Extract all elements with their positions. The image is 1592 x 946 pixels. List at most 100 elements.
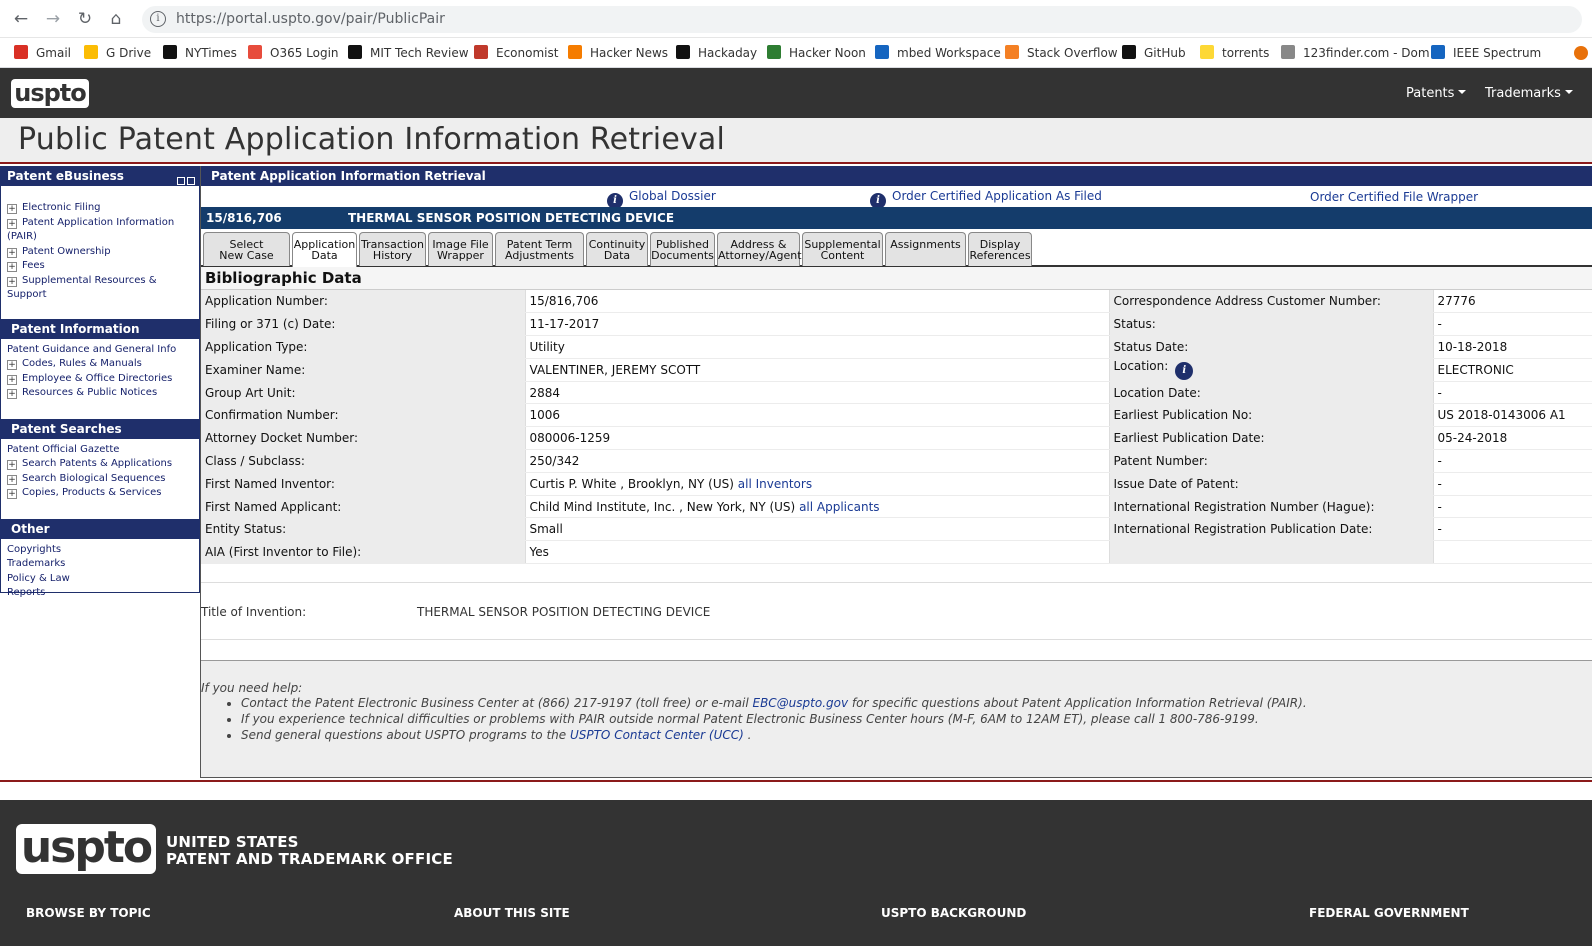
help-link[interactable]: USPTO Contact Center (UCC): [570, 728, 744, 742]
link-all-inventors[interactable]: all Inventors: [738, 477, 812, 491]
sidebar-item-patent-application-information-pair[interactable]: + Patent Application Information (PAIR): [7, 216, 193, 245]
sidebar-item-policy-and-law[interactable]: Policy & Law: [7, 572, 193, 587]
tab-published-documents[interactable]: Published Documents: [650, 232, 715, 266]
tab-display-references[interactable]: Display References: [968, 232, 1032, 266]
hacker-news-icon: [568, 45, 582, 59]
sidebar-item-patent-guidance-and-general-info[interactable]: Patent Guidance and General Info: [7, 343, 193, 358]
tab-image-file-wrapper[interactable]: Image File Wrapper: [428, 232, 493, 266]
sidebar-item-search-patents-and-applications[interactable]: + Search Patents & Applications: [7, 457, 193, 472]
tab-address-and-attorney-agent[interactable]: Address & Attorney/Agent: [717, 232, 802, 266]
minimize-icon[interactable]: [177, 177, 185, 185]
tab-select-new-case[interactable]: Select New Case: [203, 232, 290, 266]
tab-application-data[interactable]: Application Data: [292, 232, 357, 267]
tab-continuity-data[interactable]: Continuity Data: [586, 232, 648, 266]
expand-plus-icon[interactable]: +: [7, 262, 17, 272]
sidebar-item-resources-and-public-notices[interactable]: + Resources & Public Notices: [7, 386, 193, 401]
bookmark-github[interactable]: GitHub: [1122, 44, 1186, 62]
trademarks-menu-label: Trademarks: [1485, 86, 1561, 101]
expand-plus-icon[interactable]: +: [7, 460, 17, 470]
site-info-icon[interactable]: i: [150, 11, 166, 27]
tab-assignments[interactable]: Assignments: [885, 232, 966, 266]
field-value: Curtis P. White , Brooklyn, NY (US) all …: [524, 472, 1109, 496]
footer-federal-government[interactable]: FEDERAL GOVERNMENT: [1309, 906, 1469, 920]
home-icon[interactable]: ⌂: [105, 8, 127, 30]
bookmark-economist[interactable]: Economist: [474, 44, 558, 62]
bookmark-g-drive[interactable]: G Drive: [84, 44, 151, 62]
help-link[interactable]: EBC@uspto.gov: [752, 696, 848, 710]
field-value: 1006: [524, 403, 1109, 428]
expand-plus-icon[interactable]: +: [7, 389, 17, 399]
bookmark-ieee-spectrum[interactable]: IEEE Spectrum: [1431, 44, 1541, 62]
sidebar-item-trademarks[interactable]: Trademarks: [7, 557, 193, 572]
bookmark-stack-overflow[interactable]: Stack Overflow: [1005, 44, 1118, 62]
minimize-maximize-icon[interactable]: [175, 171, 195, 185]
expand-plus-icon[interactable]: +: [7, 374, 17, 385]
sidebar-item-reports[interactable]: Reports: [7, 586, 193, 601]
global-dossier-link[interactable]: i Global Dossier: [607, 189, 716, 209]
link-all-applicants[interactable]: all Applicants: [799, 500, 879, 514]
footer-uspto-logo[interactable]: uspto: [16, 824, 156, 874]
sidebar-item-supplemental-resources-and-support[interactable]: + Supplemental Resources & Support: [7, 274, 193, 303]
expand-plus-icon[interactable]: +: [7, 204, 17, 214]
order-file-wrapper-link[interactable]: Order Certified File Wrapper: [1310, 190, 1478, 204]
caret-down-icon: [1458, 90, 1467, 94]
footer-browse-by-topic[interactable]: BROWSE BY TOPIC: [26, 906, 151, 920]
expand-plus-icon[interactable]: +: [7, 360, 17, 370]
forward-arrow-icon[interactable]: →: [42, 8, 64, 30]
tab-supplemental-content[interactable]: Supplemental Content: [802, 232, 883, 266]
sidebar-item-fees[interactable]: + Fees: [7, 259, 193, 274]
g-drive-icon: [84, 45, 98, 59]
sidebar-item-electronic-filing[interactable]: + Electronic Filing: [7, 201, 193, 216]
divider: [0, 780, 1592, 782]
help-list: Contact the Patent Electronic Business C…: [241, 695, 1592, 743]
info-icon[interactable]: i: [1175, 362, 1194, 381]
bookmark-mbed-workspace[interactable]: mbed Workspace: [875, 44, 1001, 62]
bookmark-mit-tech-review[interactable]: MIT Tech Review: [348, 44, 469, 62]
sidebar-item-codes-rules-and-manuals[interactable]: + Codes, Rules & Manuals: [7, 357, 193, 372]
bookmark-hacker-news[interactable]: Hacker News: [568, 44, 668, 62]
expand-plus-icon[interactable]: +: [7, 218, 17, 229]
table-row: First Named Inventor: Curtis P. White , B…: [201, 472, 1592, 496]
expand-plus-icon[interactable]: +: [7, 247, 17, 258]
bookmark-123finder-com-dom[interactable]: 123finder.com - Dom: [1281, 44, 1430, 62]
expand-plus-icon[interactable]: +: [7, 276, 17, 287]
bookmark-hackaday[interactable]: Hackaday: [676, 44, 757, 62]
field-value: 2884: [524, 381, 1109, 405]
sidebar-item-patent-official-gazette[interactable]: Patent Official Gazette: [7, 443, 193, 458]
uspto-logo[interactable]: uspto: [11, 79, 89, 108]
sidebar-item-copyrights[interactable]: Copyrights: [7, 543, 193, 558]
trademarks-menu[interactable]: Trademarks: [1485, 86, 1573, 101]
bookmark-hacker-noon[interactable]: Hacker Noon: [767, 44, 866, 62]
hacker-noon-icon: [767, 45, 781, 59]
bookmark-label: Hacker News: [590, 46, 669, 60]
field-label: Application Number:: [201, 290, 525, 314]
sidebar-item-copies-products-and-services[interactable]: + Copies, Products & Services: [7, 486, 193, 501]
patents-menu[interactable]: Patents: [1406, 86, 1467, 101]
sidebar-item-patent-ownership[interactable]: + Patent Ownership: [7, 245, 193, 260]
url-bar[interactable]: i https://portal.uspto.gov/pair/PublicPa…: [142, 6, 1582, 33]
field-value: Yes: [524, 540, 1109, 565]
expand-plus-icon[interactable]: +: [7, 474, 17, 485]
left-sidebar: Patent eBusiness + Electronic Filing + Paten…: [0, 166, 200, 598]
order-certified-application-link[interactable]: i Order Certified Application As Filed: [870, 189, 1102, 209]
bookmark-gmail[interactable]: Gmail: [14, 44, 71, 62]
reload-icon[interactable]: ↻: [74, 8, 96, 30]
back-arrow-icon[interactable]: ←: [10, 8, 32, 30]
field-value-text: 080006-1259: [529, 431, 611, 446]
sidebar-item-employee-and-office-directories[interactable]: + Employee & Office Directories: [7, 372, 193, 387]
field-label-text: Correspondence Address Customer Number:: [1113, 294, 1381, 309]
hackaday-icon: [676, 45, 690, 59]
sidebar-item-search-biological-sequences[interactable]: + Search Biological Sequences: [7, 472, 193, 487]
tab-transaction-history[interactable]: Transaction History: [359, 232, 426, 266]
maximize-icon[interactable]: [187, 177, 195, 185]
bookmark-o365-login[interactable]: O365 Login: [248, 44, 339, 62]
field-value: 05-24-2018: [1432, 426, 1592, 451]
bookmark-nytimes[interactable]: NYTimes: [163, 44, 237, 62]
footer-uspto-background[interactable]: USPTO BACKGROUND: [881, 906, 1026, 920]
extension-icon[interactable]: [1574, 46, 1588, 60]
footer-about-this-site[interactable]: ABOUT THIS SITE: [454, 906, 570, 920]
tab-label-line-2: References: [969, 249, 1031, 262]
bookmark-torrents[interactable]: torrents: [1200, 44, 1269, 62]
expand-plus-icon[interactable]: +: [7, 489, 17, 499]
tab-patent-term-adjustments[interactable]: Patent Term Adjustments: [495, 232, 584, 266]
